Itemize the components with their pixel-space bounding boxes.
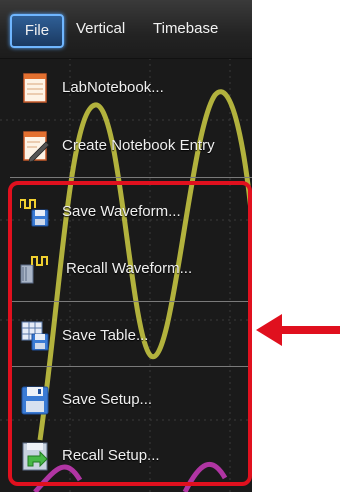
menu-tab-file[interactable]: File — [10, 14, 64, 48]
notebook-icon — [23, 73, 47, 103]
menu-item-label: LabNotebook... — [62, 79, 164, 96]
create-notebook-entry-icon — [23, 131, 50, 162]
menu-separator — [10, 177, 252, 178]
arrow-pointer-icon — [256, 314, 340, 346]
menu-bar: File Vertical Timebase — [0, 0, 252, 59]
menu-item-labnotebook[interactable]: LabNotebook... — [10, 62, 252, 114]
menu-item-create-notebook-entry[interactable]: Create Notebook Entry — [10, 120, 252, 172]
menu-tab-vertical[interactable]: Vertical — [76, 14, 125, 44]
menu-tab-timebase[interactable]: Timebase — [153, 14, 218, 44]
highlight-box — [8, 181, 252, 486]
menu-item-label: Create Notebook Entry — [62, 137, 215, 154]
